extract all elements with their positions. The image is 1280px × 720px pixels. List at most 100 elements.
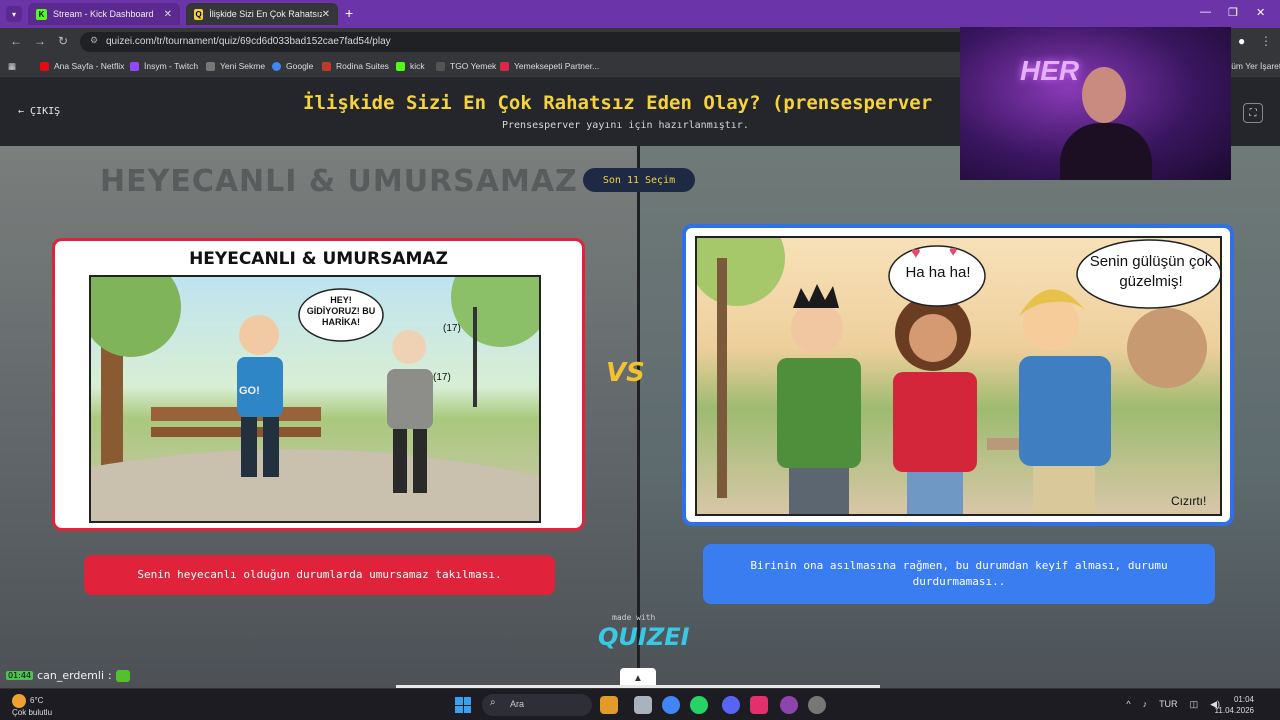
bookmark-twitch[interactable]: İnsym - Twitch: [130, 61, 198, 71]
system-tray: ^ ♪ TUR ◫ ◀): [1126, 699, 1220, 710]
bookmark-rodina[interactable]: Rodina Suites: [322, 61, 389, 71]
google-icon: [272, 61, 281, 71]
kick-icon: K: [36, 8, 47, 20]
yemeksepeti-icon: [500, 61, 509, 71]
heart-icon: ♥: [949, 243, 957, 259]
menu-icon[interactable]: ⋮: [1260, 34, 1272, 48]
chat-separator: :: [108, 669, 112, 682]
man-head: [791, 302, 843, 354]
bookmark-google[interactable]: Google: [272, 61, 313, 71]
back-icon[interactable]: ←: [10, 34, 22, 48]
whatsapp-icon[interactable]: [690, 696, 708, 714]
reload-icon[interactable]: ↻: [58, 34, 68, 48]
woman-hoodie: [893, 372, 977, 472]
site-info-icon[interactable]: ⚙: [90, 35, 98, 46]
woman-face: [909, 314, 957, 362]
app-icon[interactable]: [780, 696, 798, 714]
minimize-icon[interactable]: —: [1200, 6, 1211, 18]
file-explorer-icon[interactable]: [634, 696, 652, 714]
center-divider: [637, 146, 640, 688]
weather-widget[interactable]: 6°C Çok bulutlu: [12, 694, 52, 718]
tab-list-button[interactable]: ▾: [6, 6, 22, 22]
netflix-icon: [40, 61, 49, 71]
forward-icon[interactable]: →: [34, 34, 46, 48]
apps-icon[interactable]: ▦: [8, 61, 16, 72]
widgets-icon[interactable]: [600, 696, 618, 714]
rodina-icon: [322, 61, 331, 71]
left-background-title: HEYECANLI & UMURSAMAZ: [100, 164, 578, 199]
speech-text: HEY! GİDİYORUZ! BU HARİKA!: [306, 295, 376, 327]
laugh-text: Ha ha ha!: [905, 264, 971, 281]
option-card-left[interactable]: HEYECANLI & UMURSAMAZ HEY! GİDİYORUZ! BU…: [52, 238, 585, 531]
heart-icon: ♥: [911, 245, 921, 262]
close-window-icon[interactable]: ✕: [1256, 6, 1265, 19]
windows-start-icon[interactable]: [455, 697, 471, 713]
vs-icon: VS: [606, 358, 645, 388]
close-tab-icon[interactable]: ✕: [164, 9, 172, 20]
clock[interactable]: 01:04 11.04.2026: [1215, 694, 1254, 716]
all-bookmarks[interactable]: Tüm Yer İşaretleri: [1226, 61, 1280, 71]
neon-sign: HER: [1020, 55, 1080, 86]
tree-canopy: [1127, 308, 1207, 388]
page-icon: [206, 61, 215, 71]
exit-button[interactable]: ← ÇIKIŞ: [18, 106, 60, 117]
bookmark-kick[interactable]: kick: [396, 61, 425, 71]
emote-icon: [115, 669, 130, 682]
comic-title: HEYECANLI & UMURSAMAZ: [189, 249, 448, 269]
browser-tab-bar: ▾ K Stream - Kick Dashboard ✕ Q İlişkide…: [0, 0, 1280, 28]
tab-kick-dashboard[interactable]: K Stream - Kick Dashboard ✕: [28, 3, 180, 25]
option-caption-left[interactable]: Senin heyecanlı olduğun durumlarda umurs…: [84, 555, 555, 595]
age-label: (17): [433, 372, 451, 383]
woman-jeans: [907, 472, 963, 514]
webcam-overlay: HER: [960, 27, 1231, 180]
tree-canopy: [697, 238, 785, 306]
profile-icon[interactable]: ●: [1238, 34, 1245, 48]
lamp-post: [473, 307, 477, 407]
girl-leg: [393, 429, 407, 493]
bookmark-new-tab[interactable]: Yeni Sekme: [206, 61, 265, 71]
tab-label: İlişkide Sizi En Çok Rahatsız Ede: [209, 9, 322, 19]
network-icon[interactable]: ◫: [1190, 699, 1199, 710]
chrome-icon[interactable]: [662, 696, 680, 714]
chat-username: can_erdemli: [37, 669, 104, 682]
boy-leg: [263, 417, 279, 477]
man-jeans: [789, 468, 849, 514]
fullscreen-icon[interactable]: ⛶: [1243, 103, 1263, 123]
comic-illustration-right: ♥ ♥ Ha ha ha! Senin gülüşün çok güzelmiş…: [695, 236, 1222, 516]
language-indicator[interactable]: TUR: [1159, 699, 1178, 710]
maximize-icon[interactable]: ❐: [1228, 6, 1238, 19]
bookmark-yemeksepeti[interactable]: Yemeksepeti Partner...: [500, 61, 599, 71]
new-tab-button[interactable]: +: [345, 5, 353, 21]
twitch-icon: [130, 61, 139, 71]
close-tab-icon[interactable]: ✕: [322, 9, 330, 20]
tgo-icon: [436, 61, 445, 71]
tab-quiz[interactable]: Q İlişkide Sizi En Çok Rahatsız Ede ✕: [186, 3, 338, 25]
app-icon[interactable]: [808, 696, 826, 714]
tree-canopy: [451, 277, 539, 347]
option-card-right[interactable]: ♥ ♥ Ha ha ha! Senin gülüşün çok güzelmiş…: [682, 224, 1234, 526]
sfx-text: Cızırtı!: [1171, 494, 1207, 508]
quizei-logo[interactable]: QUIZEI: [598, 623, 690, 651]
tree-trunk: [717, 258, 727, 498]
man-jacket: [777, 358, 861, 468]
blond-shirt: [1019, 356, 1111, 466]
shirt-text: GO!: [239, 385, 260, 397]
url-text: quizei.com/tr/tournament/quiz/69cd6d033b…: [106, 36, 391, 47]
tab-label: Stream - Kick Dashboard: [53, 9, 154, 19]
microphone-icon[interactable]: ♪: [1143, 699, 1148, 710]
bench-seat: [151, 427, 321, 437]
weather-icon: [12, 694, 26, 708]
search-icon: ⌕: [490, 697, 496, 708]
option-caption-right[interactable]: Birinin ona asılmasına rağmen, bu durumd…: [703, 544, 1215, 604]
instagram-icon[interactable]: [750, 696, 768, 714]
bookmark-netflix[interactable]: Ana Sayfa - Netflix: [40, 61, 124, 71]
discord-icon[interactable]: [722, 696, 740, 714]
taskbar-search[interactable]: ⌕ Ara: [482, 694, 592, 716]
tree-canopy: [91, 277, 181, 357]
streamer-face: [1082, 67, 1126, 123]
boy-leg: [241, 417, 257, 477]
quiz-subtitle: Prensesperver yayını için hazırlanmıştır…: [502, 120, 749, 131]
bookmark-tgo[interactable]: TGO Yemek: [436, 61, 496, 71]
chevron-up-icon[interactable]: ^: [1126, 699, 1130, 710]
quizei-icon: Q: [194, 8, 204, 20]
